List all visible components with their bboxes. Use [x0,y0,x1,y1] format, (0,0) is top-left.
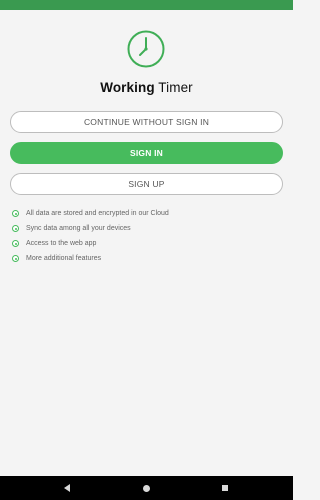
app-title-rest: Timer [154,80,193,95]
radio-dot-icon [12,255,19,262]
login-screen: Working Timer CONTINUE WITHOUT SIGN IN S… [0,0,293,500]
feature-text: All data are stored and encrypted in our… [26,210,169,217]
sign-in-button[interactable]: SIGN IN [10,142,283,164]
app-title: Working Timer [0,80,293,95]
feature-text: More additional features [26,255,102,262]
radio-dot-icon [12,240,19,247]
navigation-bar [0,476,293,500]
status-bar [0,0,293,10]
continue-without-sign-in-button[interactable]: CONTINUE WITHOUT SIGN IN [10,111,283,133]
nav-back-button[interactable] [55,476,79,500]
feature-item: More additional features [12,251,169,266]
nav-home-button[interactable] [134,476,158,500]
sign-up-button[interactable]: SIGN UP [10,173,283,195]
radio-dot-icon [12,225,19,232]
feature-item: Sync data among all your devices [12,221,169,236]
feature-text: Access to the web app [26,240,97,247]
recents-square-icon [222,485,228,491]
app-title-bold: Working [100,80,155,95]
clock-icon [127,30,165,68]
feature-list: All data are stored and encrypted in our… [12,206,169,266]
feature-item: Access to the web app [12,236,169,251]
radio-dot-icon [12,210,19,217]
feature-text: Sync data among all your devices [26,225,131,232]
back-triangle-icon [64,484,70,492]
feature-item: All data are stored and encrypted in our… [12,206,169,221]
nav-recents-button[interactable] [213,476,237,500]
home-circle-icon [142,484,150,492]
